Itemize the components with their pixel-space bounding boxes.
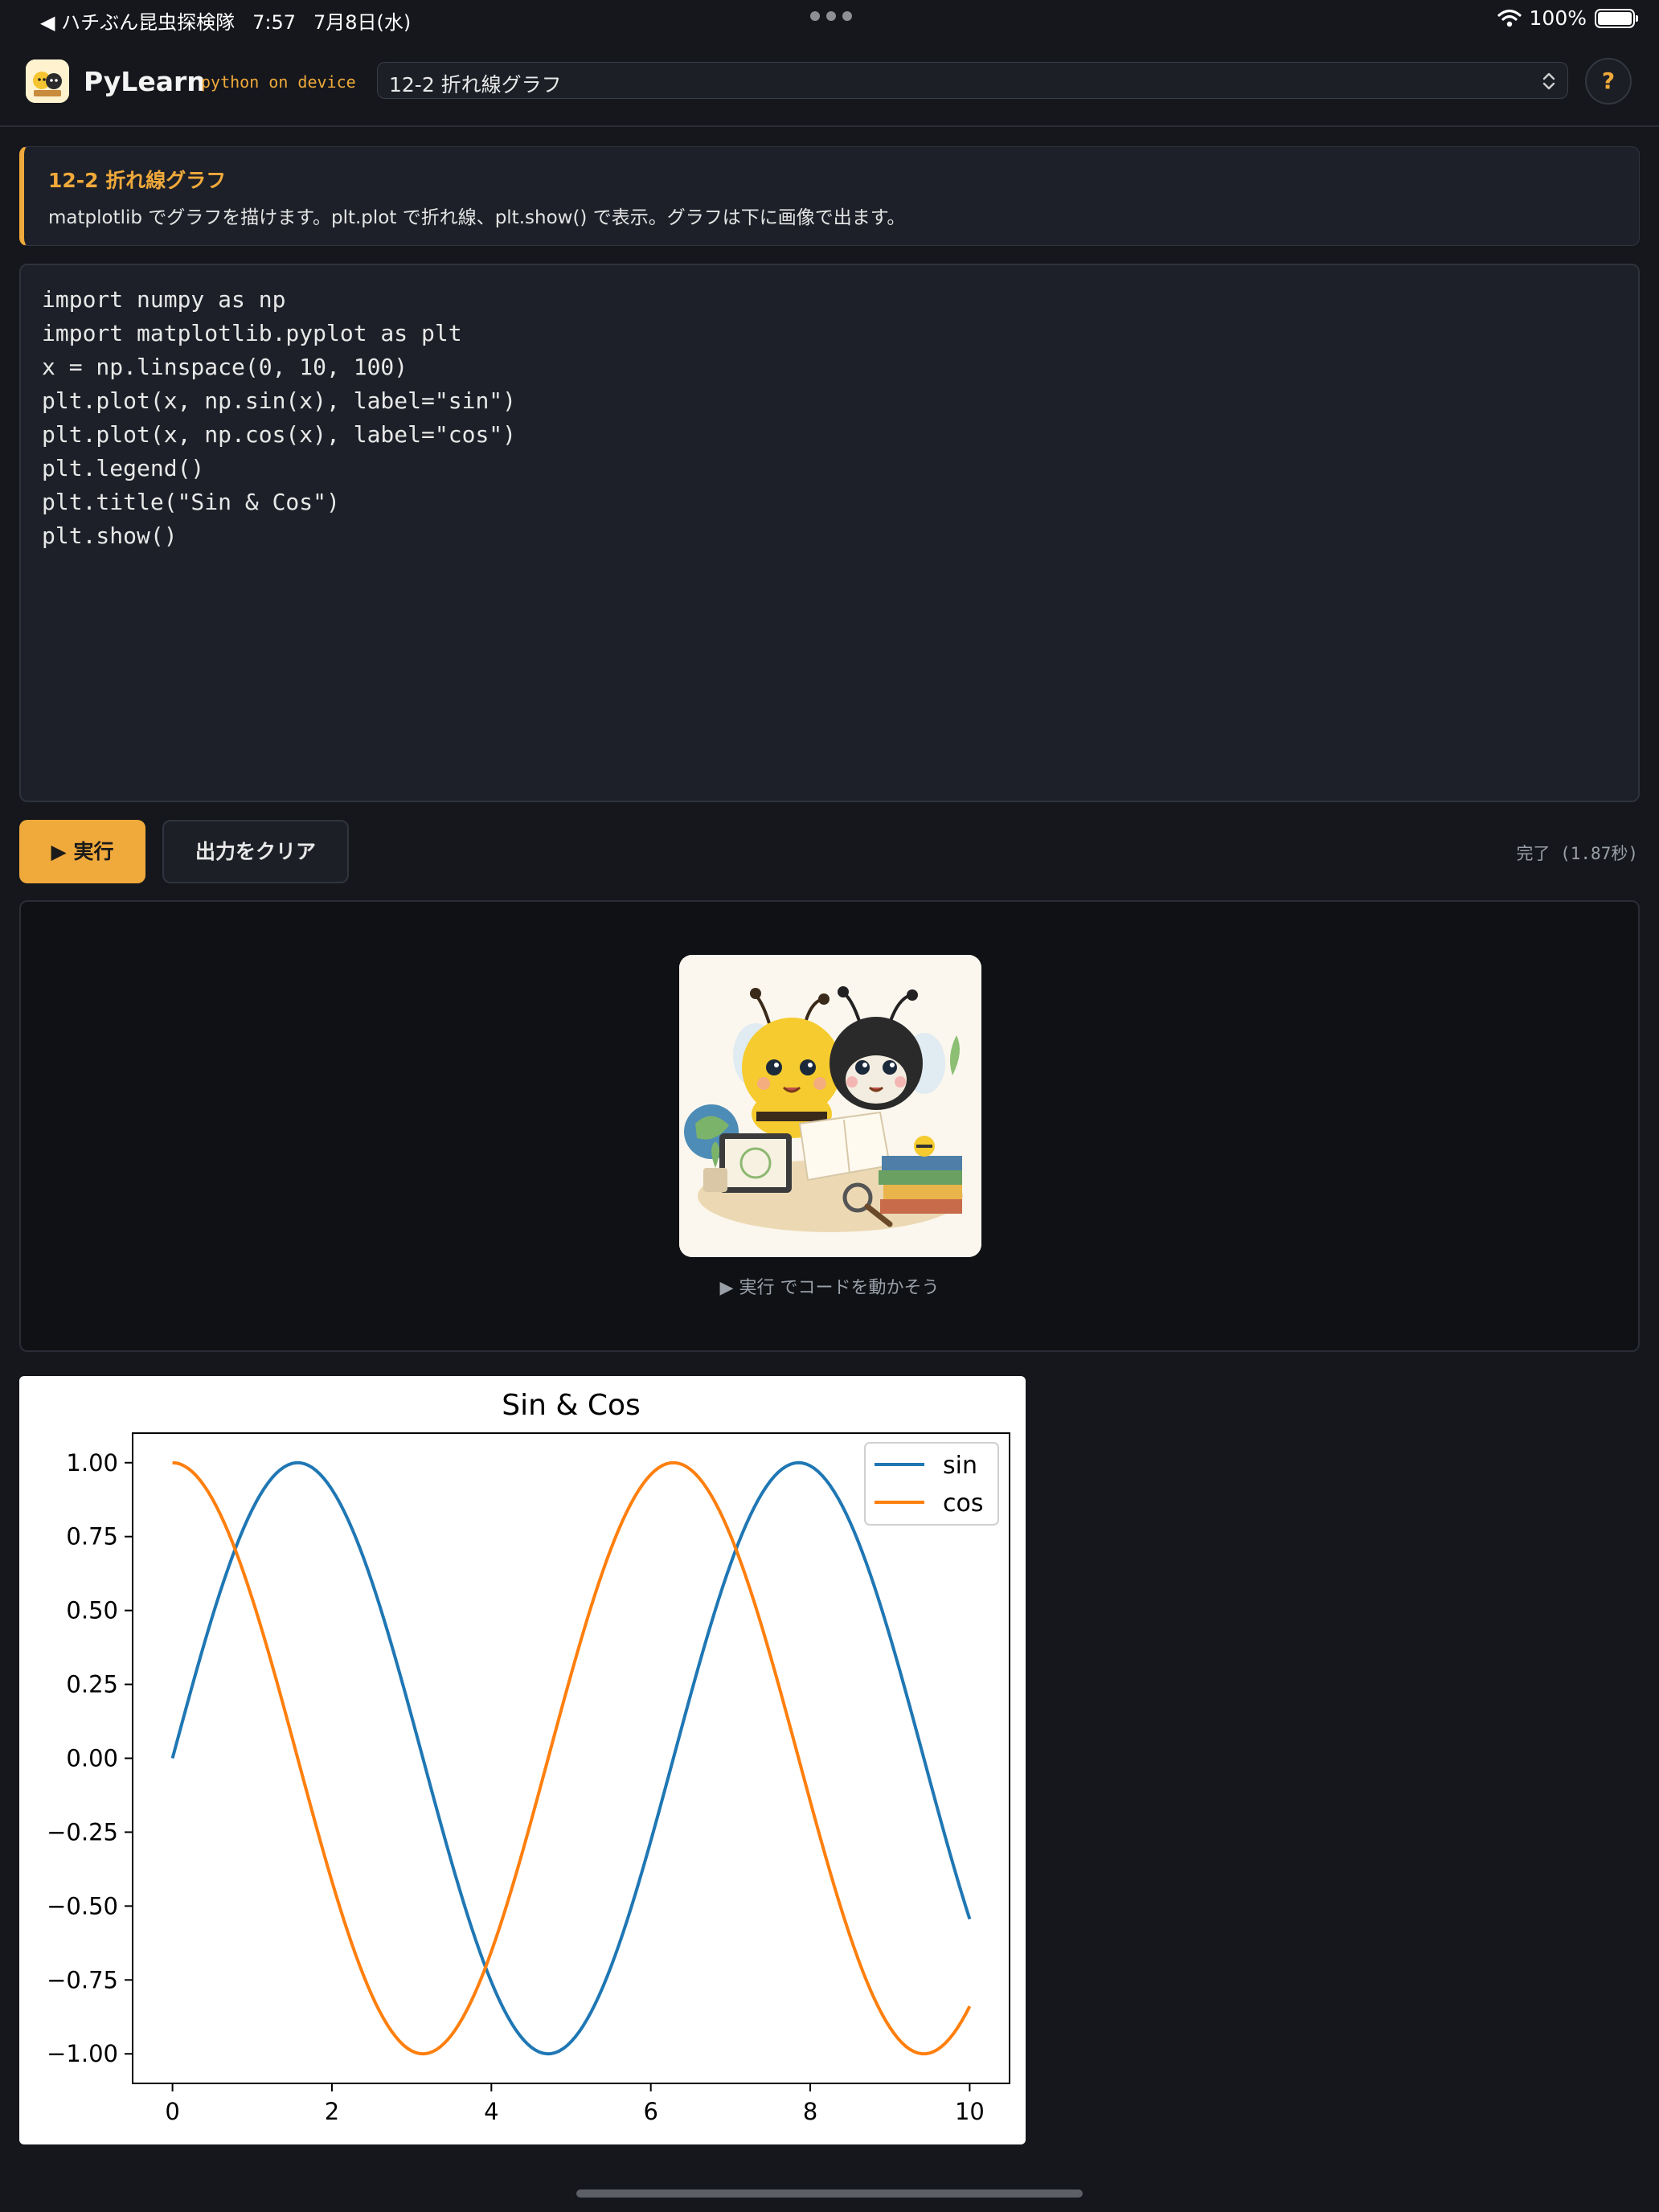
code-line: plt.legend() bbox=[42, 455, 205, 481]
output-hint: ▶ 実行 でコードを動かそう bbox=[719, 1278, 940, 1298]
select-chevron-icon bbox=[1542, 72, 1555, 90]
y-tick-label: 1.00 bbox=[66, 1449, 118, 1477]
back-to-app-link[interactable]: ◀ ハチぶん昆虫探検隊 bbox=[40, 11, 235, 34]
x-tick-label: 0 bbox=[165, 2098, 179, 2125]
home-indicator[interactable] bbox=[576, 2189, 1083, 2198]
lesson-select-value: 12-2 折れ線グラフ bbox=[389, 73, 562, 96]
code-line: plt.plot(x, np.sin(x), label="sin") bbox=[42, 387, 517, 414]
y-tick-label: 0.75 bbox=[66, 1523, 118, 1550]
plot-frame bbox=[132, 1432, 1010, 2084]
code-line: import matplotlib.pyplot as plt bbox=[42, 320, 462, 346]
code-line: import numpy as np bbox=[42, 286, 286, 313]
code-line: x = np.linspace(0, 10, 100) bbox=[42, 354, 408, 380]
wifi-icon bbox=[1497, 9, 1522, 27]
clear-output-button[interactable]: 出力をクリア bbox=[162, 820, 349, 883]
status-bar: ◀ ハチぶん昆虫探検隊 7:57 7月8日(水) 100% bbox=[0, 0, 1659, 40]
battery-percent: 100% bbox=[1529, 6, 1587, 30]
x-tick-label: 8 bbox=[803, 2098, 817, 2125]
code-line: plt.plot(x, np.cos(x), label="cos") bbox=[42, 421, 517, 448]
line-chart: Sin & Cos 1.00 0.75 0.50 0.25 0.00 −0.25 −0.50 −… bbox=[47, 1389, 1010, 2125]
status-date: 7月8日(水) bbox=[313, 11, 412, 34]
run-status: 完了 (1.87秒) bbox=[1516, 844, 1638, 863]
output-panel: ▶ 実行 でコードを動かそう bbox=[19, 900, 1640, 1352]
run-button[interactable]: ▶ 実行 bbox=[19, 820, 145, 883]
app-title: PyLearn bbox=[84, 66, 206, 97]
chart-output-image: Sin & Cos 1.00 0.75 0.50 0.25 0.00 −0.25 −0.50 −… bbox=[19, 1376, 1026, 2144]
app-logo bbox=[26, 59, 69, 103]
y-tick-label: −1.00 bbox=[47, 2040, 118, 2067]
x-tick-label: 4 bbox=[484, 2098, 498, 2125]
help-button[interactable]: ? bbox=[1585, 58, 1632, 104]
y-tick-label: 0.00 bbox=[66, 1745, 118, 1772]
lesson-select[interactable]: 12-2 折れ線グラフ bbox=[377, 62, 1568, 99]
series-line-sin bbox=[170, 1460, 972, 2056]
code-line: plt.show() bbox=[42, 522, 178, 549]
code-editor[interactable]: import numpy as np import matplotlib.pyp… bbox=[19, 264, 1640, 802]
y-tick-label: −0.25 bbox=[47, 1818, 118, 1845]
y-tick-label: 0.50 bbox=[66, 1597, 118, 1624]
chart-title: Sin & Cos bbox=[502, 1389, 641, 1422]
x-tick-label: 6 bbox=[643, 2098, 657, 2125]
app-tagline: python on device bbox=[201, 72, 356, 92]
lesson-description: matplotlib でグラフを描けます。plt.plot で折れ線、plt.s… bbox=[48, 207, 906, 228]
app-header: PyLearn python on device 12-2 折れ線グラフ ? bbox=[0, 42, 1659, 127]
multitasking-dots-icon[interactable] bbox=[810, 11, 852, 21]
x-tick-label: 2 bbox=[325, 2098, 339, 2125]
x-tick-label: 10 bbox=[955, 2098, 985, 2125]
code-text: import numpy as np import matplotlib.pyp… bbox=[42, 283, 516, 553]
status-left: ◀ ハチぶん昆虫探検隊 7:57 7月8日(水) bbox=[40, 6, 411, 35]
lesson-info-panel: 12-2 折れ線グラフ matplotlib でグラフを描けます。plt.plo… bbox=[19, 146, 1640, 246]
bee-mascot-image bbox=[679, 955, 981, 1257]
legend-label-sin: sin bbox=[943, 1452, 977, 1480]
legend-label-cos: cos bbox=[943, 1489, 983, 1518]
y-tick-label: −0.50 bbox=[47, 1892, 118, 1919]
code-line: plt.title("Sin & Cos") bbox=[42, 489, 340, 515]
lesson-title: 12-2 折れ線グラフ bbox=[48, 169, 227, 192]
status-time: 7:57 bbox=[252, 11, 296, 34]
y-tick-label: 0.25 bbox=[66, 1671, 118, 1698]
y-tick-label: −0.75 bbox=[47, 1966, 118, 1993]
status-right: 100% bbox=[1497, 6, 1638, 30]
series-line-cos bbox=[172, 1460, 972, 2056]
battery-icon bbox=[1595, 8, 1638, 28]
